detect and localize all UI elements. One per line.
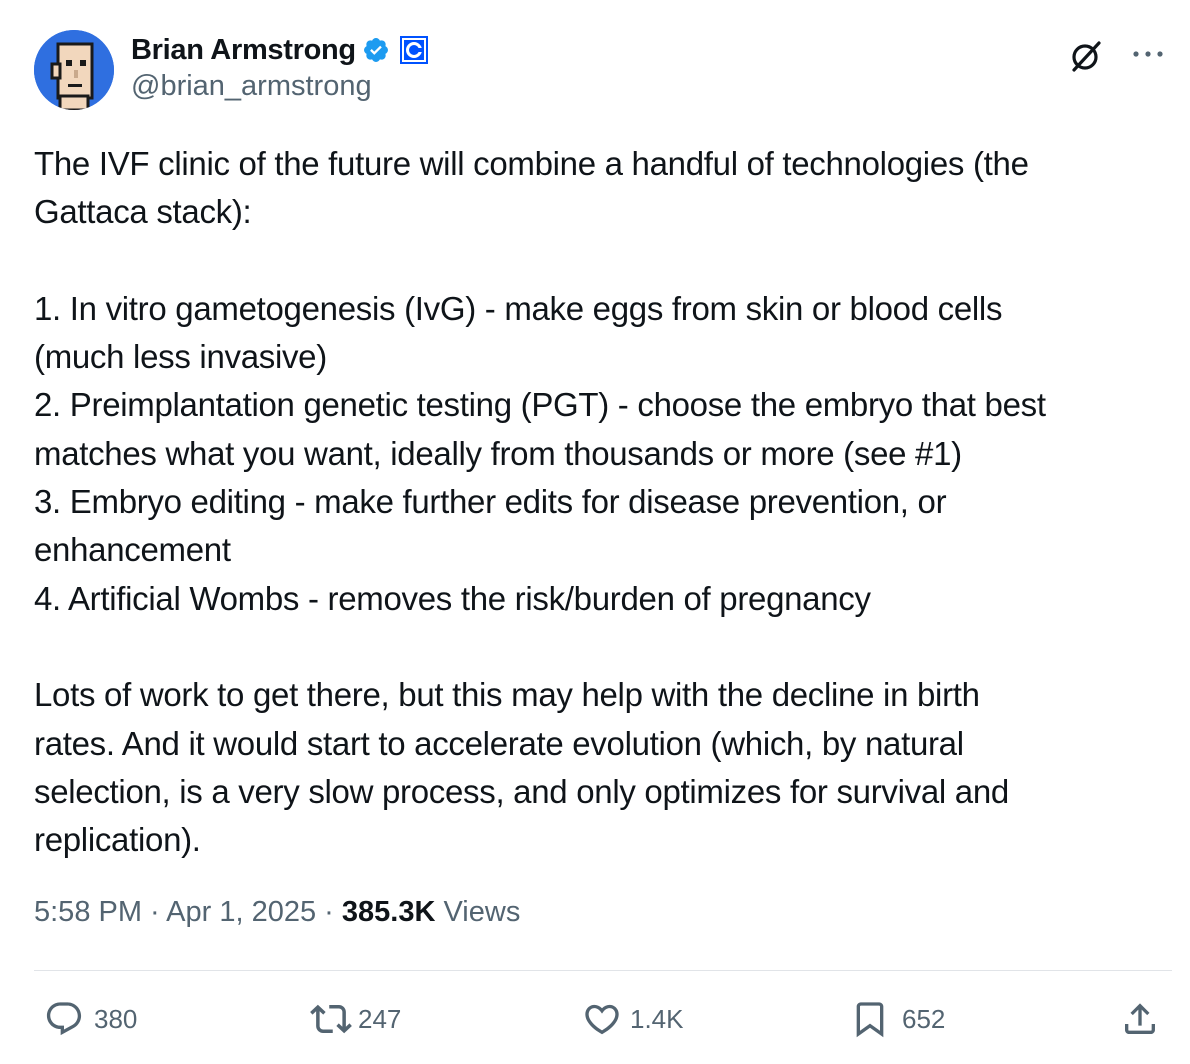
meta-separator: · xyxy=(316,896,342,928)
tweet-line: Lots of work to get there, but this may … xyxy=(34,676,980,714)
tweet-line: (much less invasive) xyxy=(34,338,327,376)
reply-count: 380 xyxy=(94,1003,138,1034)
tweet-line: Gattaca stack): xyxy=(34,193,252,231)
tweet-meta: 5:58 PM · Apr 1, 2025 · 385.3K Views xyxy=(34,896,520,929)
action-bar: 380 247 1.4K 652 xyxy=(0,994,1190,1044)
repost-count: 247 xyxy=(358,1003,402,1034)
tweet-line: 4. Artificial Wombs - removes the risk/b… xyxy=(34,579,871,617)
tweet-line: replication). xyxy=(34,821,201,859)
grok-icon[interactable] xyxy=(1068,38,1104,74)
tweet-line: The IVF clinic of the future will combin… xyxy=(34,145,1029,182)
post-time[interactable]: 5:58 PM xyxy=(34,896,142,928)
tweet-line: rates. And it would start to accelerate … xyxy=(34,724,964,762)
heart-icon xyxy=(585,1004,619,1035)
share-icon xyxy=(1125,1003,1155,1034)
user-handle[interactable]: @brian_armstrong xyxy=(131,70,372,103)
meta-separator: · xyxy=(142,896,167,928)
repost-button[interactable]: 247 xyxy=(310,994,401,1044)
bookmark-count: 652 xyxy=(902,1003,946,1034)
name-row: Brian Armstrong xyxy=(131,30,428,70)
tweet-header: Brian Armstrong @brian_armstrong xyxy=(0,0,1190,130)
tweet-line: selection, is a very slow process, and o… xyxy=(34,772,1009,810)
bookmark-icon xyxy=(856,1002,884,1038)
coinbase-affiliate-icon[interactable] xyxy=(399,36,428,64)
share-button[interactable] xyxy=(1120,994,1160,1044)
reply-icon xyxy=(46,1002,82,1036)
repost-icon xyxy=(310,1004,352,1034)
views-label: Views xyxy=(443,896,521,928)
more-icon[interactable] xyxy=(1130,44,1166,64)
bookmark-button[interactable]: 652 xyxy=(850,994,945,1044)
punk-pixel-avatar xyxy=(34,30,114,110)
tweet-text: The IVF clinic of the future will combin… xyxy=(34,140,1164,864)
tweet-line: 2. Preimplantation genetic testing (PGT)… xyxy=(34,386,1046,424)
avatar[interactable] xyxy=(34,30,114,110)
verified-badge-icon[interactable] xyxy=(362,36,390,64)
views-count: 385.3K xyxy=(341,896,436,928)
like-count: 1.4K xyxy=(630,1003,684,1034)
post-date[interactable]: Apr 1, 2025 xyxy=(166,896,316,928)
reply-button[interactable]: 380 xyxy=(44,994,137,1044)
tweet-line: 1. In vitro gametogenesis (IvG) - make e… xyxy=(34,289,1003,327)
tweet-line: matches what you want, ideally from thou… xyxy=(34,434,962,472)
tweet-line: enhancement xyxy=(34,531,231,569)
divider xyxy=(34,970,1172,971)
like-button[interactable]: 1.4K xyxy=(582,994,684,1044)
display-name[interactable]: Brian Armstrong xyxy=(131,34,356,67)
tweet-line: 3. Embryo editing - make further edits f… xyxy=(34,483,947,521)
